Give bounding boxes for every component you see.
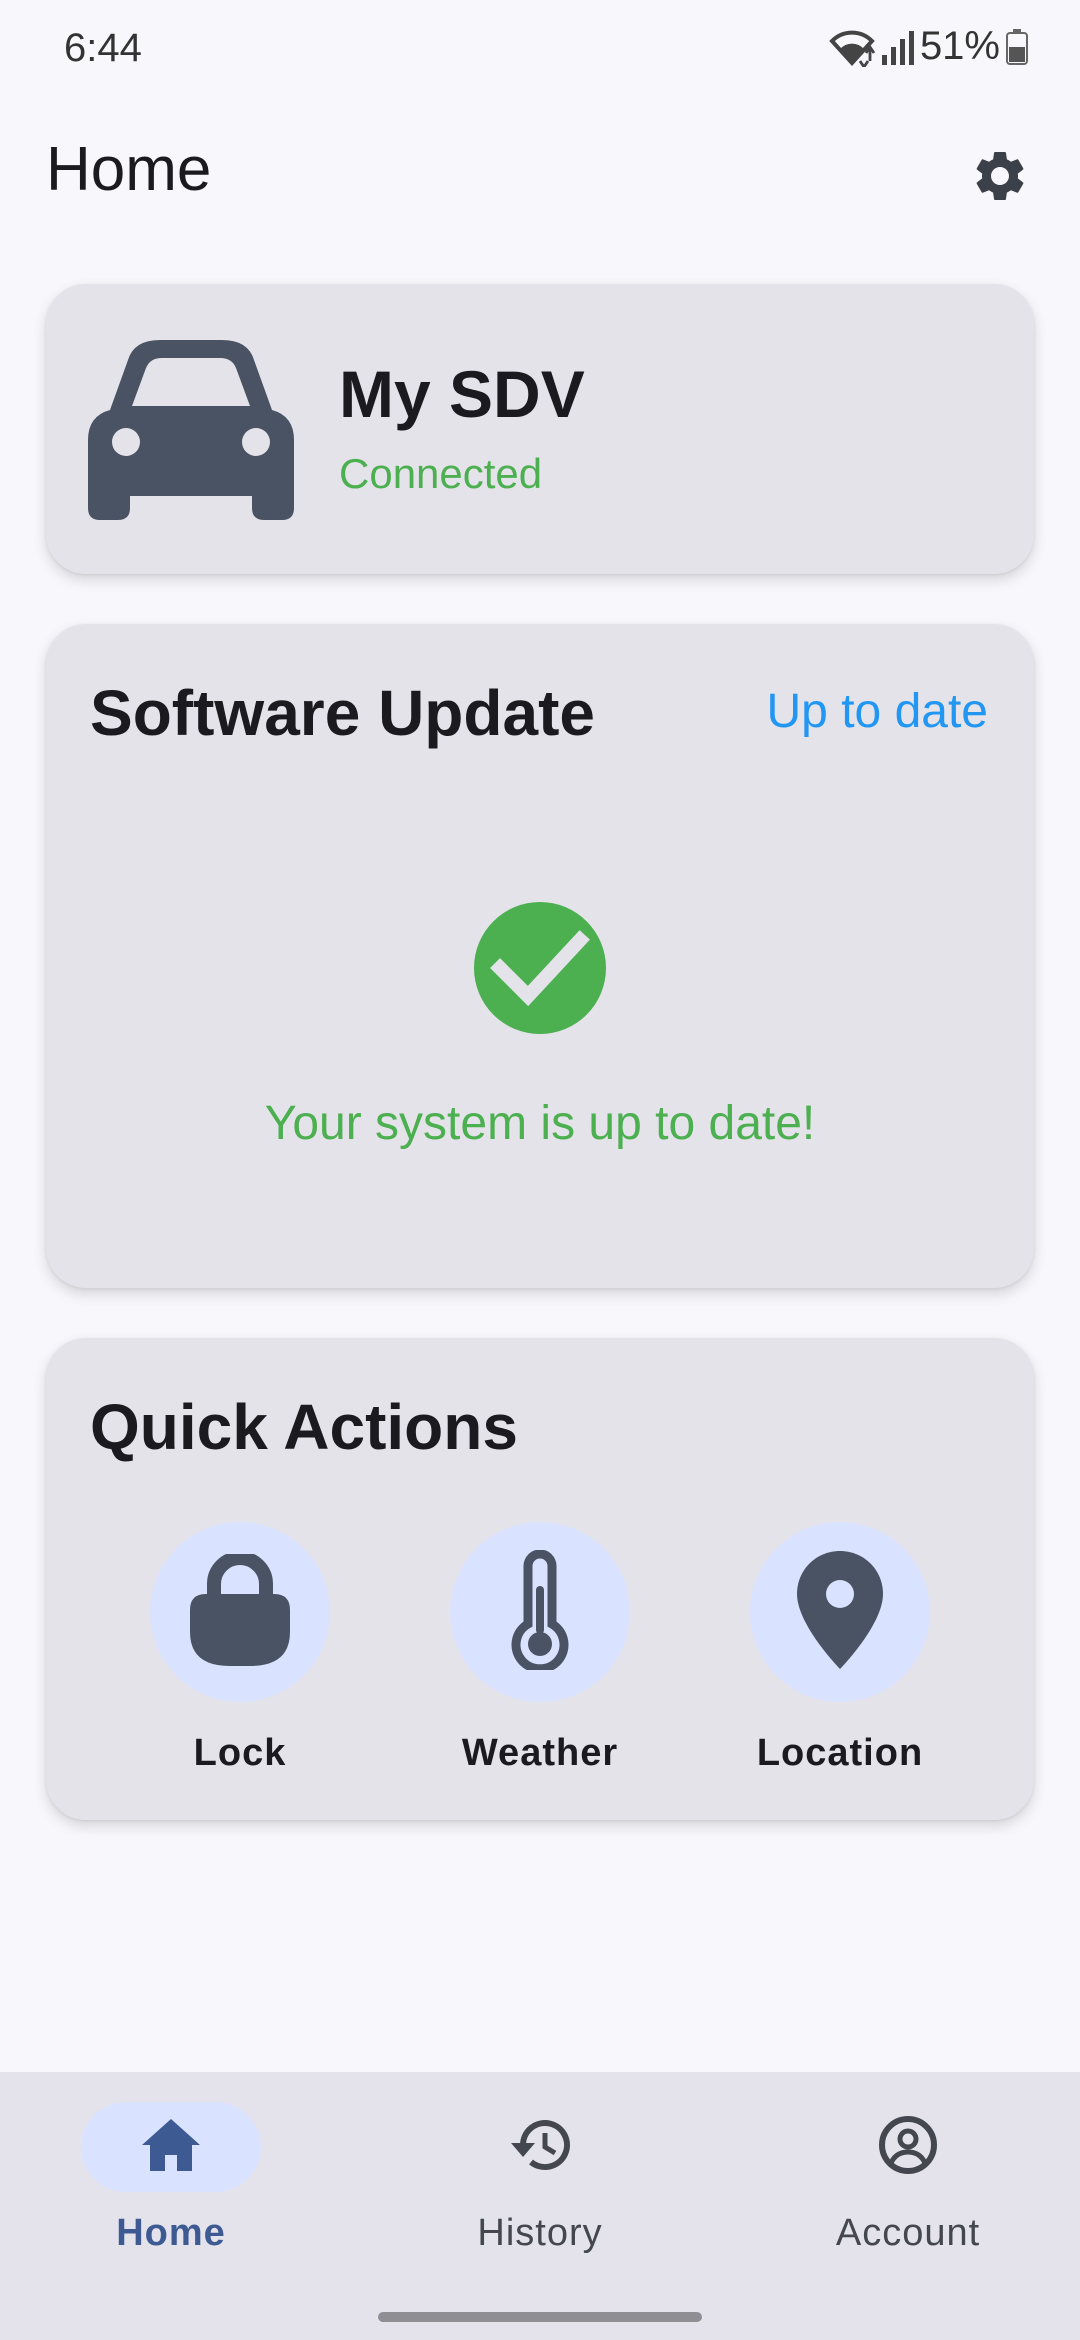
update-message: Your system is up to date! bbox=[264, 1097, 816, 1150]
nav-item-account[interactable]: Account bbox=[758, 2102, 1058, 2282]
home-icon bbox=[142, 2118, 200, 2176]
page-title: Home bbox=[46, 135, 212, 204]
weather-action-button[interactable] bbox=[450, 1522, 630, 1702]
lock-action-label: Lock bbox=[193, 1732, 287, 1774]
connection-status: Connected bbox=[339, 450, 543, 497]
lock-icon bbox=[190, 1550, 290, 1671]
bottom-navigation: Home History Account bbox=[0, 2072, 1080, 2340]
account-circle-icon bbox=[878, 2115, 938, 2180]
history-icon bbox=[509, 2117, 571, 2178]
gear-icon bbox=[970, 146, 1030, 211]
location-pin-icon bbox=[797, 1550, 883, 1674]
software-update-heading: Software Update bbox=[90, 677, 595, 749]
nav-item-home[interactable]: Home bbox=[21, 2102, 321, 2282]
status-indicators: 51% bbox=[828, 24, 1028, 69]
signal-icon bbox=[881, 29, 914, 65]
nav-item-history[interactable]: History bbox=[390, 2102, 690, 2282]
thermometer-icon bbox=[508, 1549, 572, 1675]
vehicle-name: My SDV bbox=[339, 357, 585, 431]
update-status-link[interactable]: Up to date bbox=[767, 684, 988, 739]
nav-account-indicator bbox=[818, 2102, 998, 2192]
nav-account-label: Account bbox=[835, 2212, 981, 2254]
vehicle-card[interactable]: My SDV Connected bbox=[46, 284, 1034, 574]
nav-home-indicator bbox=[81, 2102, 261, 2192]
battery-icon bbox=[1006, 28, 1028, 65]
quick-actions-card: Quick Actions Lock Weather Location bbox=[46, 1338, 1034, 1820]
nav-history-indicator bbox=[450, 2102, 630, 2192]
car-icon bbox=[88, 340, 294, 525]
location-action-label: Location bbox=[756, 1732, 924, 1774]
software-update-card: Software Update Up to date Your system i… bbox=[46, 624, 1034, 1288]
nav-home-label: Home bbox=[116, 2212, 226, 2254]
weather-action[interactable]: Weather bbox=[420, 1522, 660, 1782]
lock-action[interactable]: Lock bbox=[120, 1522, 360, 1782]
status-time: 6:44 bbox=[64, 26, 142, 70]
location-action[interactable]: Location bbox=[720, 1522, 960, 1782]
settings-button[interactable] bbox=[960, 138, 1040, 218]
battery-percent: 51% bbox=[919, 24, 1000, 68]
gesture-navigation-bar[interactable] bbox=[378, 2312, 702, 2322]
nav-history-label: History bbox=[477, 2212, 603, 2254]
location-action-button[interactable] bbox=[750, 1522, 930, 1702]
weather-action-label: Weather bbox=[461, 1732, 619, 1774]
wifi-icon bbox=[828, 27, 876, 67]
top-app-bar: Home bbox=[0, 120, 1080, 220]
status-bar: 6:44 51% bbox=[0, 0, 1080, 100]
lock-action-button[interactable] bbox=[150, 1522, 330, 1702]
quick-actions-heading: Quick Actions bbox=[90, 1391, 518, 1463]
check-circle-icon bbox=[474, 902, 606, 1039]
